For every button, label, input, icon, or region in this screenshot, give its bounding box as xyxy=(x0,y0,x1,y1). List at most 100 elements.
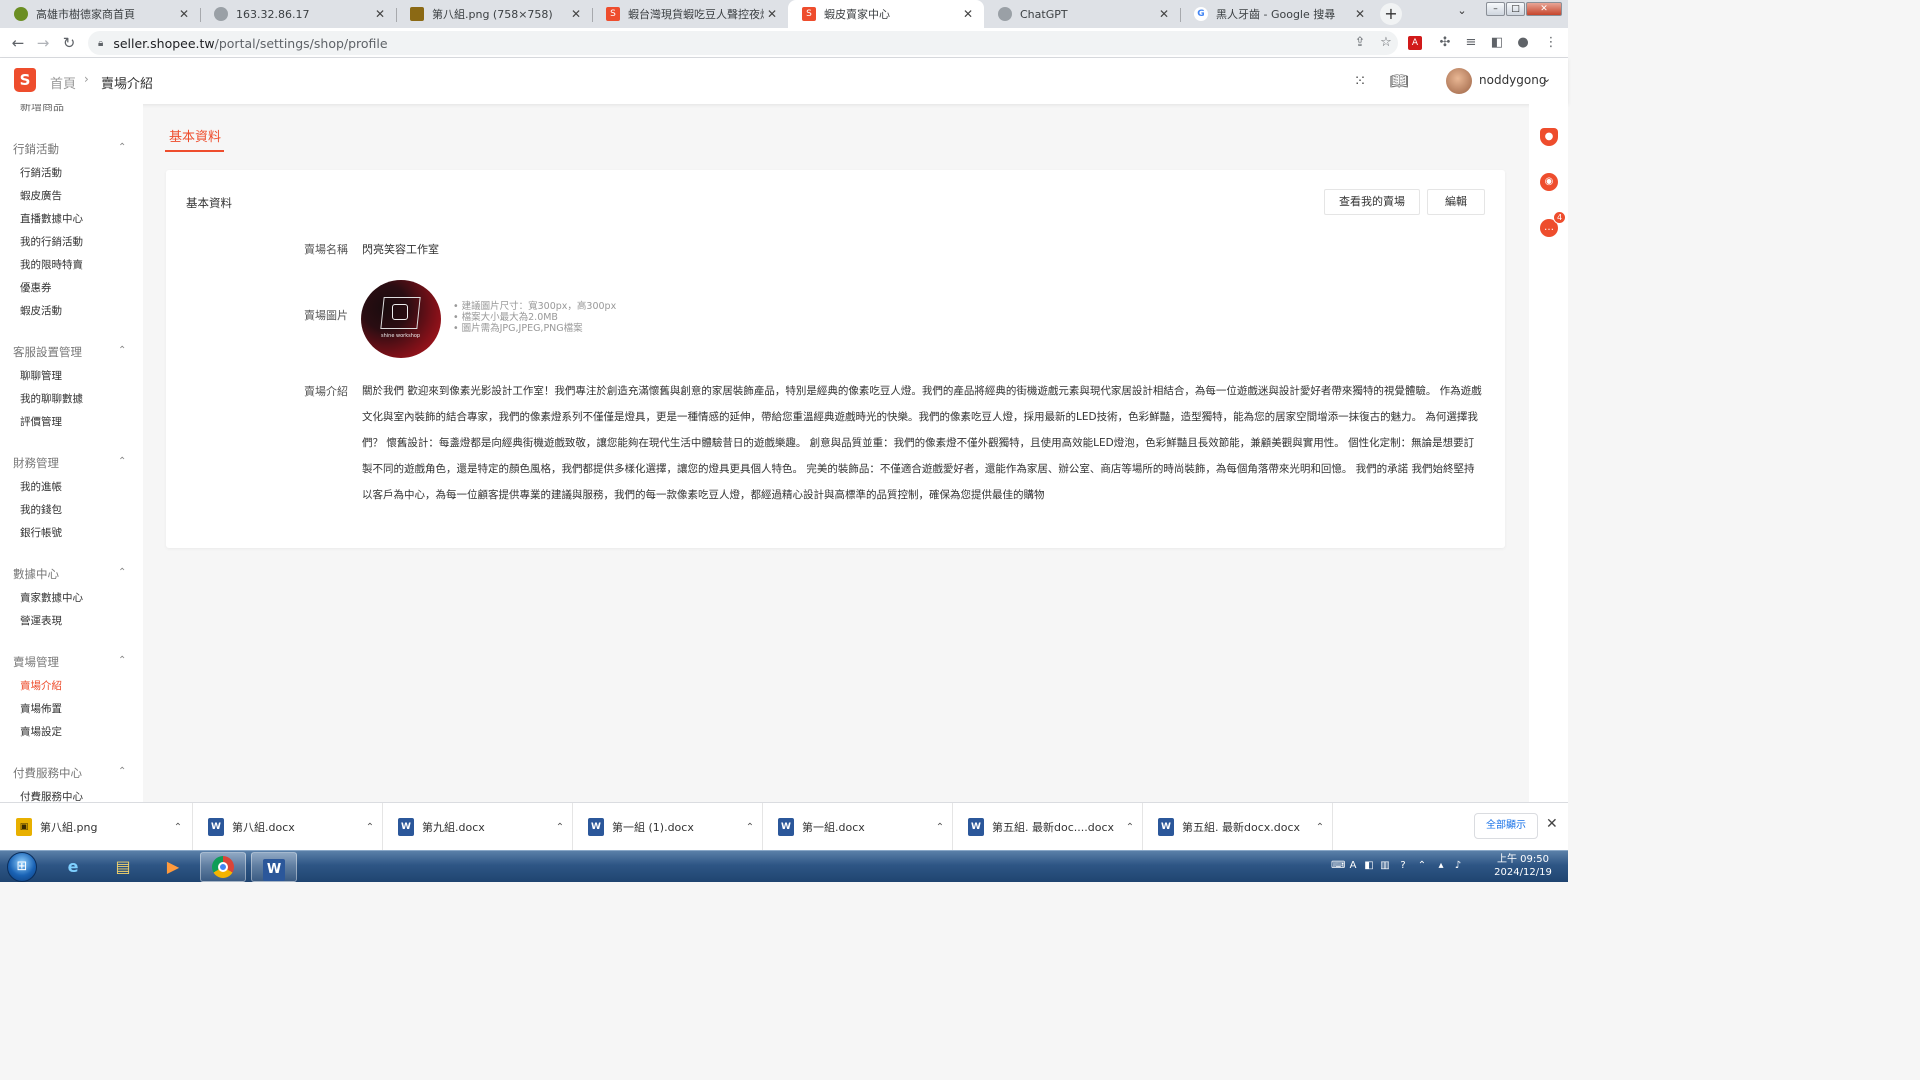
shopee-logo-icon[interactable]: S xyxy=(14,68,36,92)
sidebar-item[interactable]: 營運表現 xyxy=(20,613,62,628)
forward-arrow-icon[interactable]: → xyxy=(33,33,53,53)
browser-tab-active[interactable]: S 蝦皮賣家中心 ✕ xyxy=(788,0,984,28)
tab-search-chevron-icon[interactable]: ⌄ xyxy=(1452,4,1472,24)
close-tab-icon[interactable]: ✕ xyxy=(568,7,584,21)
volume-speaker-icon[interactable]: ♪ xyxy=(1452,860,1464,872)
chevron-up-icon[interactable]: ⌃ xyxy=(118,766,126,777)
reload-icon[interactable]: ↻ xyxy=(59,33,79,53)
taskbar-clock[interactable]: 上午 09:50 2024/12/19 xyxy=(1490,853,1556,879)
sidebar-group-finance[interactable]: 財務管理 xyxy=(13,455,59,471)
sidebar-item[interactable]: 直播數據中心 xyxy=(20,211,83,226)
bookmark-star-icon[interactable]: ☆ xyxy=(1375,32,1397,54)
sidebar-item[interactable]: 聊聊管理 xyxy=(20,368,62,383)
sidebar-item[interactable]: 評價管理 xyxy=(20,414,62,429)
media-player-icon[interactable]: ▶ xyxy=(150,852,196,882)
chevron-up-icon[interactable]: ⌃ xyxy=(738,822,762,833)
network-icon[interactable]: ▴ xyxy=(1435,860,1447,872)
close-tab-icon[interactable]: ✕ xyxy=(960,7,976,21)
sidebar-item-shop-profile[interactable]: 賣場介紹 xyxy=(20,678,62,693)
sidebar-group-shop[interactable]: 賣場管理 xyxy=(13,654,59,670)
close-tab-icon[interactable]: ✕ xyxy=(764,7,780,21)
download-item[interactable]: W 第九組.docx ⌃ xyxy=(382,803,572,851)
chevron-up-icon[interactable]: ⌃ xyxy=(118,655,126,666)
ime-settings-icon[interactable]: ▥ xyxy=(1379,860,1391,872)
view-my-shop-button[interactable]: 查看我的賣場 xyxy=(1324,189,1420,215)
download-item[interactable]: W 第五組. 最新docx.docx ⌃ xyxy=(1142,803,1332,851)
chevron-up-icon[interactable]: ⌃ xyxy=(166,822,190,833)
sidebar-item[interactable]: 付費服務中心 xyxy=(20,789,83,802)
minimize-window-icon[interactable]: – xyxy=(1486,2,1505,16)
input-method-icon[interactable]: ⌨ xyxy=(1331,860,1345,872)
sidebar-item[interactable]: 銀行帳號 xyxy=(20,525,62,540)
chevron-up-icon[interactable]: ⌃ xyxy=(1308,822,1332,833)
download-item[interactable]: ▣ 第八組.png ⌃ xyxy=(0,803,190,851)
chevron-up-icon[interactable]: ⌃ xyxy=(118,456,126,467)
sidebar-item[interactable]: 賣家數據中心 xyxy=(20,590,83,605)
notification-bell-icon[interactable]: ● xyxy=(1540,128,1558,146)
download-item[interactable]: W 第八組.docx ⌃ xyxy=(192,803,382,851)
sidebar-item[interactable]: 蝦皮廣告 xyxy=(20,188,62,203)
sidebar-item[interactable]: 我的行銷活動 xyxy=(20,234,83,249)
sidebar-group-customer-service[interactable]: 客服設置管理 xyxy=(13,344,82,360)
sidebar-item[interactable]: 優惠券 xyxy=(20,280,52,295)
close-window-icon[interactable]: ✕ xyxy=(1526,2,1562,16)
profile-icon[interactable]: ● xyxy=(1512,32,1534,54)
chevron-up-icon[interactable]: ⌃ xyxy=(358,822,382,833)
sidebar-item[interactable]: 我的進帳 xyxy=(20,479,62,494)
start-button-windows-icon[interactable]: ⊞ xyxy=(7,852,37,882)
tray-expand-icon[interactable]: ⌃ xyxy=(1416,860,1428,872)
sidebar-item[interactable]: 我的限時特賣 xyxy=(20,257,83,272)
close-tab-icon[interactable]: ✕ xyxy=(1352,7,1368,21)
sidebar-item[interactable]: 我的錢包 xyxy=(20,502,62,517)
reading-list-icon[interactable]: ≡ xyxy=(1460,32,1482,54)
sidebar-item[interactable]: 我的聊聊數據 xyxy=(20,391,83,406)
sidebar-item[interactable]: 賣場佈置 xyxy=(20,701,62,716)
chevron-up-icon[interactable]: ⌃ xyxy=(1118,822,1142,833)
chevron-down-icon[interactable]: ⌄ xyxy=(1542,72,1551,85)
chevron-up-icon[interactable]: ⌃ xyxy=(118,142,126,153)
sidebar-group-data[interactable]: 數據中心 xyxy=(13,566,59,582)
edit-button[interactable]: 編輯 xyxy=(1427,189,1485,215)
sidebar-group-marketing[interactable]: 行銷活動 xyxy=(13,141,59,157)
breadcrumb-home[interactable]: 首頁 xyxy=(50,73,76,92)
sidebar-item[interactable]: 賣場設定 xyxy=(20,724,62,739)
tab-basic-info[interactable]: 基本資料 xyxy=(169,126,221,145)
extensions-puzzle-icon[interactable]: ✣ xyxy=(1434,32,1456,54)
address-bar[interactable]: 🔒︎ seller.shopee.tw/portal/settings/shop… xyxy=(88,31,1398,55)
show-all-downloads-button[interactable]: 全部顯示 xyxy=(1474,813,1538,839)
browser-tab[interactable]: ChatGPT ✕ xyxy=(984,0,1180,28)
chevron-up-icon[interactable]: ⌃ xyxy=(548,822,572,833)
sidebar-item[interactable]: 蝦皮活動 xyxy=(20,303,62,318)
acrobat-extension-icon[interactable]: A xyxy=(1408,36,1422,50)
customer-service-icon[interactable]: ◉ xyxy=(1540,173,1558,191)
file-explorer-folder-icon[interactable]: ▤ xyxy=(100,852,146,882)
help-icon[interactable]: ? xyxy=(1397,860,1409,872)
download-item[interactable]: W 第五組. 最新doc....docx ⌃ xyxy=(952,803,1142,851)
close-tab-icon[interactable]: ✕ xyxy=(176,7,192,21)
avatar[interactable] xyxy=(1446,68,1472,94)
chrome-taskbar-icon[interactable] xyxy=(200,852,246,882)
browser-menu-icon[interactable]: ⋮ xyxy=(1540,32,1562,54)
apps-grid-icon[interactable]: ⁙ xyxy=(1350,71,1370,91)
browser-tab[interactable]: 163.32.86.17 ✕ xyxy=(200,0,396,28)
browser-tab[interactable]: S 蝦台灣現貨蝦吃豆人聲控夜燈 小米 ✕ xyxy=(592,0,788,28)
language-bar-icon[interactable]: A xyxy=(1347,860,1359,872)
chevron-up-icon[interactable]: ⌃ xyxy=(928,822,952,833)
sidebar-item[interactable]: 行銷活動 xyxy=(20,165,62,180)
sidebar-item-add-product[interactable]: 新增商品 xyxy=(20,104,64,114)
learning-book-icon[interactable]: 📖︎ xyxy=(1389,71,1409,91)
side-panel-icon[interactable]: ◧ xyxy=(1486,32,1508,54)
close-tab-icon[interactable]: ✕ xyxy=(372,7,388,21)
ime-mode-icon[interactable]: ◧ xyxy=(1363,860,1375,872)
browser-tab[interactable]: G 黑人牙齒 - Google 搜尋 ✕ xyxy=(1180,0,1376,28)
username[interactable]: noddygong xyxy=(1479,73,1546,87)
browser-tab[interactable]: 高雄市樹德家商首頁 ✕ xyxy=(0,0,200,28)
close-download-bar-icon[interactable]: ✕ xyxy=(1546,816,1558,832)
maximize-window-icon[interactable]: □ xyxy=(1506,2,1525,16)
download-item[interactable]: W 第一組.docx ⌃ xyxy=(762,803,952,851)
internet-explorer-icon[interactable]: e xyxy=(50,852,96,882)
sidebar-group-paid-services[interactable]: 付費服務中心 xyxy=(13,765,82,781)
download-item[interactable]: W 第一組 (1).docx ⌃ xyxy=(572,803,762,851)
new-tab-button[interactable]: + xyxy=(1380,3,1402,25)
close-tab-icon[interactable]: ✕ xyxy=(1156,7,1172,21)
